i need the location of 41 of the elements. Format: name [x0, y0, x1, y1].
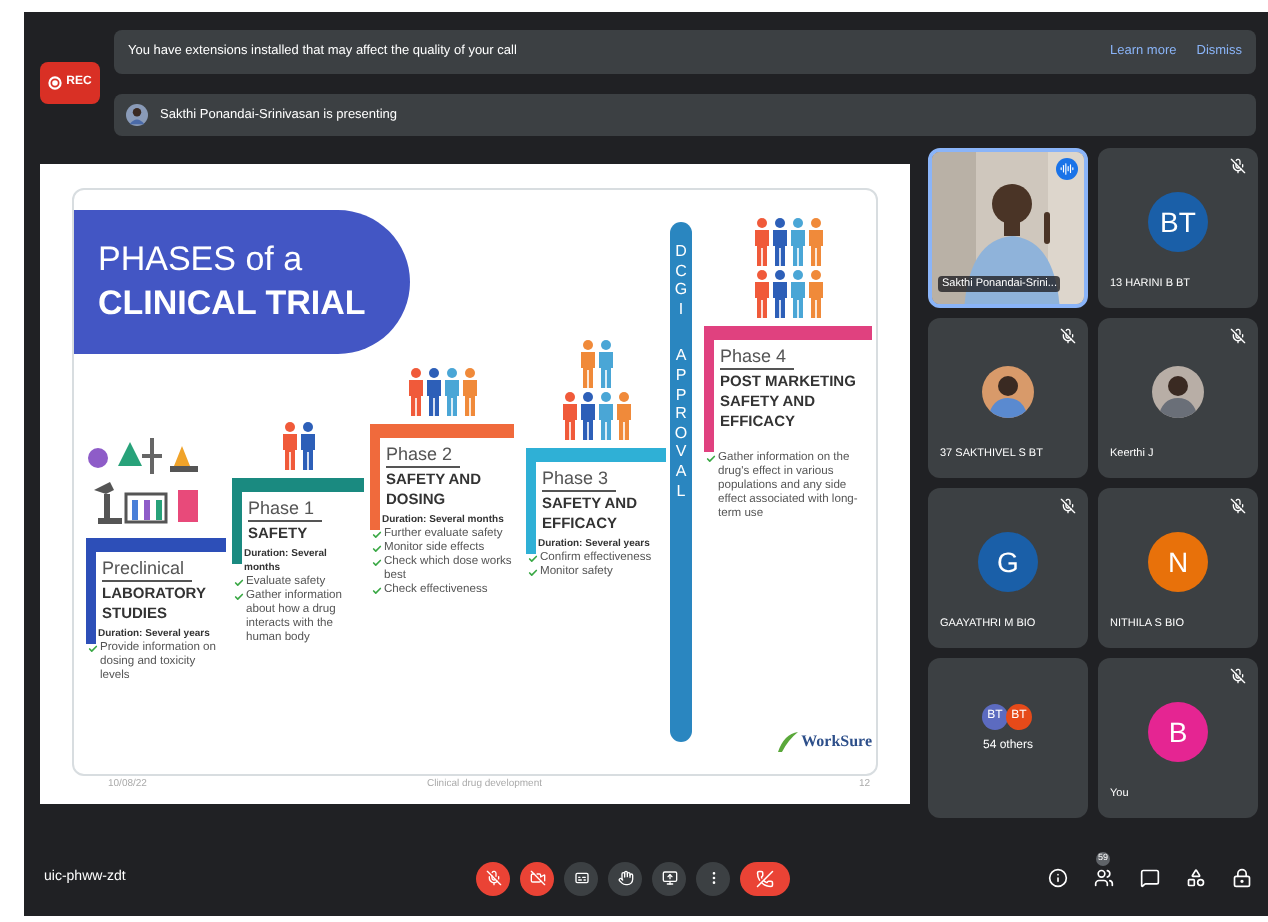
phase-label: Phase 3: [542, 468, 617, 492]
activities-icon: [1186, 868, 1206, 888]
avatar: G: [978, 532, 1038, 592]
slide-title: PHASES of a: [98, 238, 305, 282]
captions-button[interactable]: [564, 861, 598, 895]
people-icon: [1094, 868, 1114, 888]
camera-button[interactable]: [520, 861, 554, 895]
chat-button[interactable]: [1140, 868, 1160, 888]
microphone-button[interactable]: [476, 861, 510, 895]
check-icon: [706, 454, 716, 464]
activities-button[interactable]: [1186, 868, 1206, 888]
mic-off-icon: [485, 870, 501, 886]
slide-title: CLINICAL TRIAL: [98, 282, 368, 326]
phase-label: Phase 4: [720, 346, 795, 370]
chat-icon: [1140, 868, 1160, 888]
raise-hand-button[interactable]: [608, 861, 642, 895]
info-icon: [1048, 868, 1068, 888]
phase-label: Preclinical: [102, 558, 193, 582]
lock-icon: [1232, 868, 1252, 888]
check-icon: [372, 586, 382, 596]
check-icon: [88, 644, 98, 654]
hand-icon: [617, 870, 633, 886]
present-button[interactable]: [652, 861, 686, 895]
approval-text: DCGI: [673, 242, 689, 319]
present-icon: [661, 870, 677, 886]
phase-label: Phase 2: [386, 444, 461, 468]
approval-text: APPROVAL: [673, 346, 689, 501]
avatar: BT: [1148, 192, 1208, 252]
avatar: N: [1148, 532, 1208, 592]
avatar: B: [1148, 702, 1208, 762]
captions-icon: [573, 870, 589, 886]
leave-call-button[interactable]: [740, 861, 790, 895]
record-icon: [48, 76, 63, 90]
host-controls-button[interactable]: [1232, 868, 1252, 888]
camera-off-icon: [529, 870, 545, 886]
presenter-avatar: [126, 104, 148, 126]
phone-icon: [756, 869, 774, 887]
info-button[interactable]: [1048, 868, 1068, 888]
logo-text: WorkSure: [801, 730, 872, 754]
logo-icon: [775, 730, 800, 754]
phase-label: Phase 1: [248, 498, 323, 522]
